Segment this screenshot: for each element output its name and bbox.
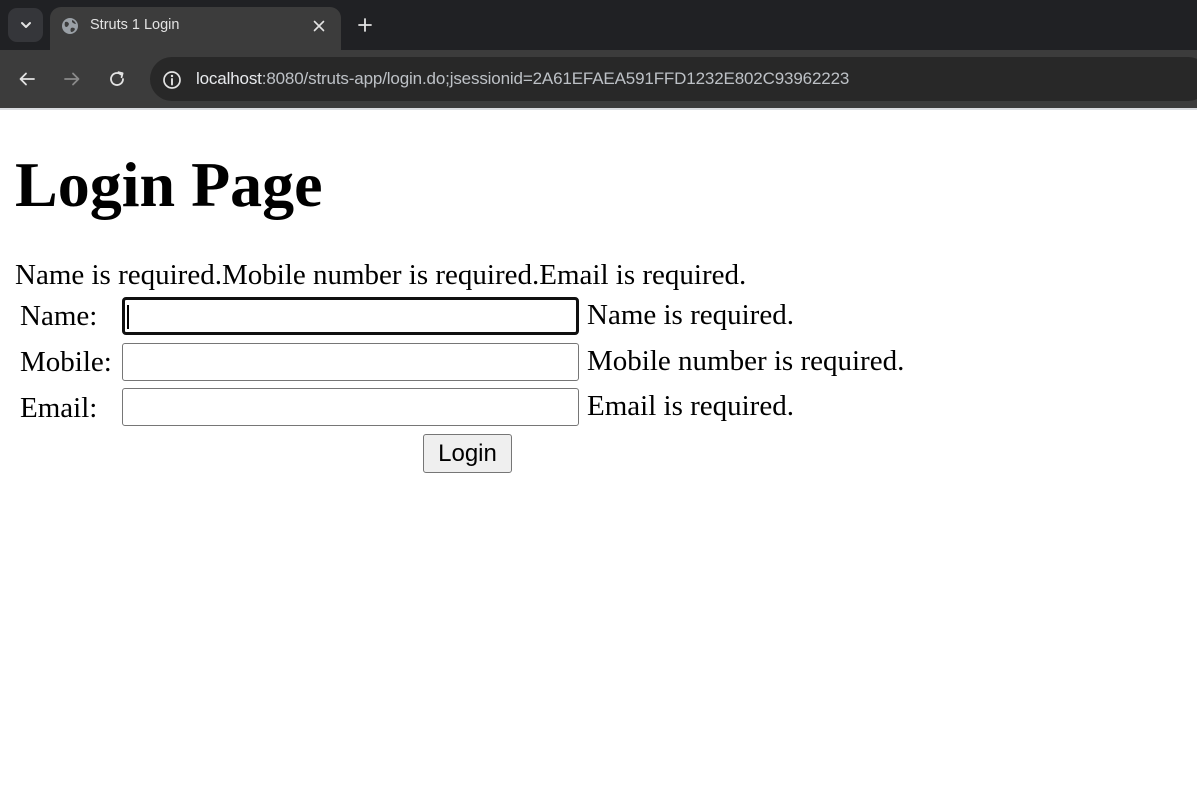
name-field[interactable]	[122, 297, 579, 335]
browser-toolbar: localhost:8080/struts-app/login.do;jsess…	[0, 50, 1197, 108]
arrow-left-icon	[19, 72, 35, 86]
arrow-right-icon	[64, 72, 80, 86]
text-caret	[127, 305, 129, 329]
name-error: Name is required.	[587, 299, 794, 331]
close-icon	[313, 20, 325, 32]
email-field[interactable]	[122, 388, 579, 426]
back-button[interactable]	[13, 65, 41, 93]
errors-summary: Name is required.Mobile number is requir…	[15, 259, 747, 291]
globe-icon	[62, 18, 78, 34]
toolbar-divider	[0, 108, 1197, 110]
plus-icon	[358, 18, 372, 32]
site-info-button[interactable]	[160, 68, 184, 92]
tab-close-button[interactable]	[309, 16, 329, 36]
reload-icon	[110, 71, 124, 86]
info-icon	[163, 71, 181, 89]
url-path: :8080/struts-app/login.do;jsessionid=2A6…	[261, 69, 850, 88]
tab-search-button[interactable]	[8, 8, 43, 42]
name-label: Name:	[20, 300, 98, 332]
chevron-down-icon	[20, 22, 31, 28]
tab-active[interactable]: Struts 1 Login	[50, 7, 341, 50]
mobile-error: Mobile number is required.	[587, 345, 905, 377]
mobile-label: Mobile:	[20, 346, 112, 378]
address-bar[interactable]: localhost:8080/struts-app/login.do;jsess…	[150, 57, 1197, 101]
email-label: Email:	[20, 392, 98, 424]
tab-title: Struts 1 Login	[90, 17, 180, 33]
forward-button[interactable]	[58, 65, 86, 93]
tab-strip: Struts 1 Login	[0, 0, 1197, 50]
new-tab-button[interactable]	[354, 14, 376, 36]
url-text: localhost:8080/struts-app/login.do;jsess…	[196, 69, 849, 89]
mobile-field[interactable]	[122, 343, 579, 381]
url-host: localhost	[196, 69, 262, 88]
page-title: Login Page	[15, 149, 323, 220]
login-button[interactable]: Login	[423, 434, 512, 473]
email-error: Email is required.	[587, 390, 794, 422]
reload-button[interactable]	[103, 65, 131, 93]
